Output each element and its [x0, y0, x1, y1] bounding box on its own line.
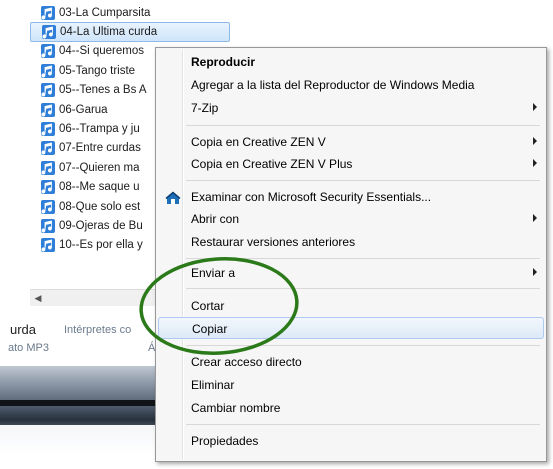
menu-item-label: Cortar [191, 299, 225, 313]
music-note-icon [41, 180, 55, 195]
menu-item-cambiar-nombre[interactable]: Cambiar nombre [158, 397, 544, 419]
file-item-label: 09-Ojeras de Bu [59, 219, 143, 232]
security-essentials-icon [165, 191, 181, 204]
menu-item-label: Propiedades [191, 434, 259, 448]
menu-item-restaurar[interactable]: Restaurar versiones anteriores [158, 231, 544, 253]
menu-separator [186, 180, 540, 181]
music-note-icon [41, 102, 55, 117]
menu-item-cortar[interactable]: Cortar [158, 295, 544, 317]
menu-item-label: Eliminar [191, 378, 235, 392]
music-note-icon [41, 238, 55, 253]
menu-item-enviar-a[interactable]: Enviar a [158, 262, 544, 284]
menu-item-label: Enviar a [191, 266, 236, 280]
horizontal-scrollbar[interactable]: ◀ [30, 289, 155, 307]
file-item-label: 06--Trampa y ju [59, 123, 140, 136]
music-note-icon [41, 160, 55, 175]
file-item-label: 10--Es por ella y [59, 239, 143, 252]
music-note-icon [41, 5, 55, 20]
music-note-icon [41, 141, 55, 156]
menu-item-label: Restaurar versiones anteriores [191, 235, 356, 249]
menu-item-propiedades[interactable]: Propiedades [158, 430, 544, 452]
menu-item-copia-zen-v[interactable]: Copia en Creative ZEN V [158, 131, 544, 153]
menu-item-7zip[interactable]: 7-Zip [158, 97, 544, 119]
player-bar-stripe [0, 400, 160, 406]
music-note-icon [41, 199, 55, 214]
menu-item-label: Crear acceso directo [191, 355, 302, 369]
menu-separator [186, 125, 540, 126]
submenu-arrow-icon [533, 103, 537, 111]
file-item-label: 07-Entre curdas [59, 142, 141, 155]
details-pane: urda Intérpretes co ato MP3 Á [0, 306, 160, 366]
player-bar-bottom [0, 425, 160, 456]
music-note-icon [41, 122, 55, 137]
menu-item-eliminar[interactable]: Eliminar [158, 374, 544, 396]
menu-item-crear-acceso[interactable]: Crear acceso directo [158, 351, 544, 373]
music-note-icon [41, 44, 55, 59]
submenu-arrow-icon [533, 214, 537, 222]
menu-item-label: 7-Zip [191, 101, 219, 115]
file-item-selected[interactable]: 04-La Ultima curda [30, 22, 230, 42]
file-item-label: 05--Tenes a Bs A [59, 84, 147, 97]
menu-item-label: Copia en Creative ZEN V Plus [191, 157, 353, 171]
music-note-icon [41, 83, 55, 98]
menu-separator [186, 288, 540, 289]
music-note-icon [42, 25, 56, 40]
menu-item-copiar[interactable]: Copiar [158, 317, 544, 339]
menu-item-label: Reproducir [191, 55, 256, 69]
music-note-icon [41, 63, 55, 78]
details-file-name: urda [10, 322, 37, 337]
menu-separator [186, 424, 540, 425]
menu-separator [186, 258, 540, 259]
context-menu: Reproducir Agregar a la lista del Reprod… [155, 47, 547, 462]
menu-item-abrir-con[interactable]: Abrir con [158, 208, 544, 230]
menu-item-label: Examinar con Microsoft Security Essentia… [191, 190, 432, 204]
submenu-arrow-icon [533, 268, 537, 276]
menu-item-label: Copia en Creative ZEN V [191, 135, 326, 149]
details-interpretes-label: Intérpretes co [64, 324, 132, 336]
file-item-label: 05-Tango triste [59, 64, 136, 77]
details-file-type: ato MP3 [8, 342, 49, 354]
scroll-left-arrow-icon[interactable]: ◀ [32, 292, 44, 304]
file-item-label: 03-La Cumparsita [59, 6, 151, 19]
menu-item-copia-zen-v-plus[interactable]: Copia en Creative ZEN V Plus [158, 153, 544, 175]
file-item-label: 04--Si queremos [59, 45, 145, 58]
file-item-label: 08-Que solo est [59, 200, 141, 213]
menu-item-label: Copiar [192, 322, 228, 336]
menu-item-label: Cambiar nombre [191, 401, 281, 415]
menu-item-reproducir[interactable]: Reproducir [158, 51, 544, 73]
file-item-label: 08--Me saque u [59, 181, 140, 194]
menu-separator [186, 345, 540, 346]
music-note-icon [41, 218, 55, 233]
file-item-label: 07--Quieren ma [59, 161, 140, 174]
file-item[interactable]: 03-La Cumparsita [30, 3, 230, 22]
menu-item-agregar-lista[interactable]: Agregar a la lista del Reproductor de Wi… [158, 74, 544, 96]
menu-item-label: Abrir con [191, 212, 240, 226]
menu-item-examinar-security[interactable]: Examinar con Microsoft Security Essentia… [158, 186, 544, 208]
file-item-label: 06-Garua [59, 103, 108, 116]
submenu-arrow-icon [533, 137, 537, 145]
file-item-label: 04-La Ultima curda [60, 26, 158, 39]
submenu-arrow-icon [533, 159, 537, 167]
menu-item-label: Agregar a la lista del Reproductor de Wi… [191, 78, 475, 92]
